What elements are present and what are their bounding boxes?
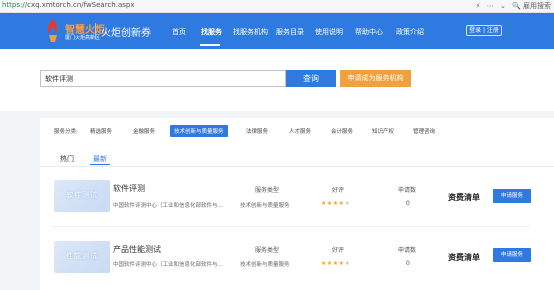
torch-logo-icon <box>47 19 58 42</box>
service-type-value: 技术创新与质量服务 <box>240 262 290 268</box>
nav-active-indicator <box>200 44 220 46</box>
category-finance[interactable]: 金融服务 <box>133 127 155 135</box>
thumbnail-text: 软件测试 <box>66 191 98 199</box>
category-accounting[interactable]: 会计服务 <box>331 127 353 135</box>
service-type-header: 服务类型 <box>255 187 280 194</box>
rating-stars: ★★★★★ <box>321 200 351 207</box>
service-title[interactable]: 软件评测 <box>113 183 145 194</box>
count-value: 0 <box>406 260 410 267</box>
fee-list-link[interactable]: 资费清单 <box>448 252 480 263</box>
category-talent[interactable]: 人才服务 <box>289 127 311 135</box>
service-provider: 中国软件评测中心（工业和信息化部软件与... <box>113 262 223 268</box>
category-consulting[interactable]: 管理咨询 <box>413 127 435 135</box>
browser-toolbar-right[interactable]: ⚡ ⋯ ⌄ 🔍 雇用搜索 <box>472 1 551 11</box>
category-featured[interactable]: 精选服务 <box>90 127 112 135</box>
apply-service-button[interactable]: 申请服务 <box>493 189 531 203</box>
category-legal[interactable]: 法律服务 <box>246 127 268 135</box>
nav-find-service[interactable]: 找服务 <box>201 27 222 37</box>
nav-service-catalog[interactable]: 服务目录 <box>276 27 304 37</box>
fee-list-link[interactable]: 资费清单 <box>448 192 480 203</box>
logo-divider <box>95 23 96 39</box>
site-header: 智慧火炬 厦门火炬高新区 火炬创新券 首页 找服务 找服务机构 服务目录 使用说… <box>0 13 554 49</box>
category-ip[interactable]: 知识产权 <box>372 127 394 135</box>
apply-service-button[interactable]: 申请服务 <box>493 248 531 262</box>
search-button[interactable]: 查询 <box>286 70 336 87</box>
nav-policy[interactable]: 政策介绍 <box>396 27 424 37</box>
nav-usage-guide[interactable]: 使用说明 <box>315 27 343 37</box>
browser-search-box[interactable]: 🔍 雇用搜索 <box>512 2 551 10</box>
rating-stars: ★★★★★ <box>321 260 351 267</box>
service-thumbnail[interactable]: 软件测试 <box>54 180 110 212</box>
url-text[interactable]: https://cxq.xmtorch.cn/fwSearch.aspx <box>2 1 134 9</box>
search-input[interactable]: 软件评测 <box>40 70 286 87</box>
tab-latest[interactable]: 最新 <box>93 154 107 164</box>
category-tech-quality[interactable]: 技术创新与质量服务 <box>170 125 228 137</box>
count-header: 申请数 <box>398 247 417 254</box>
login-register-button[interactable]: 登录 | 注册 <box>466 25 502 36</box>
url-scheme: https:// <box>2 1 28 9</box>
dropdown-chevron-icon[interactable]: ⌄ <box>500 2 506 10</box>
address-bar[interactable]: https://cxq.xmtorch.cn/fwSearch.aspx ⚡ ⋯… <box>0 0 554 13</box>
url-path: cxq.xmtorch.cn/fwSearch.aspx <box>27 1 135 9</box>
service-thumbnail[interactable]: 性能测试 <box>54 241 110 273</box>
count-header: 申请数 <box>398 187 417 194</box>
category-label: 服务分类: <box>54 129 78 135</box>
service-type-header: 服务类型 <box>255 247 280 254</box>
thumbnail-text: 性能测试 <box>66 252 98 260</box>
count-value: 0 <box>406 200 410 207</box>
tab-hot[interactable]: 热门 <box>60 154 74 164</box>
extension-icon[interactable]: ⚡ <box>476 2 481 10</box>
service-provider: 中国软件评测中心（工业和信息化部软件与... <box>113 203 223 209</box>
rating-header: 好评 <box>332 187 345 194</box>
nav-help-center[interactable]: 帮助中心 <box>355 27 383 37</box>
service-title[interactable]: 产品性能测试 <box>113 244 161 255</box>
tab-active-indicator <box>90 164 110 165</box>
nav-home[interactable]: 首页 <box>172 27 186 37</box>
apply-provider-button[interactable]: 申请成为服务机构 <box>340 70 411 87</box>
rating-header: 好评 <box>332 247 345 254</box>
menu-dots-icon[interactable]: ⋯ <box>487 2 494 10</box>
nav-find-provider[interactable]: 找服务机构 <box>233 27 268 37</box>
row-divider <box>52 226 530 227</box>
brand-title: 火炬创新券 <box>101 28 151 39</box>
service-type-value: 技术创新与质量服务 <box>240 203 290 209</box>
tab-divider <box>40 166 554 167</box>
